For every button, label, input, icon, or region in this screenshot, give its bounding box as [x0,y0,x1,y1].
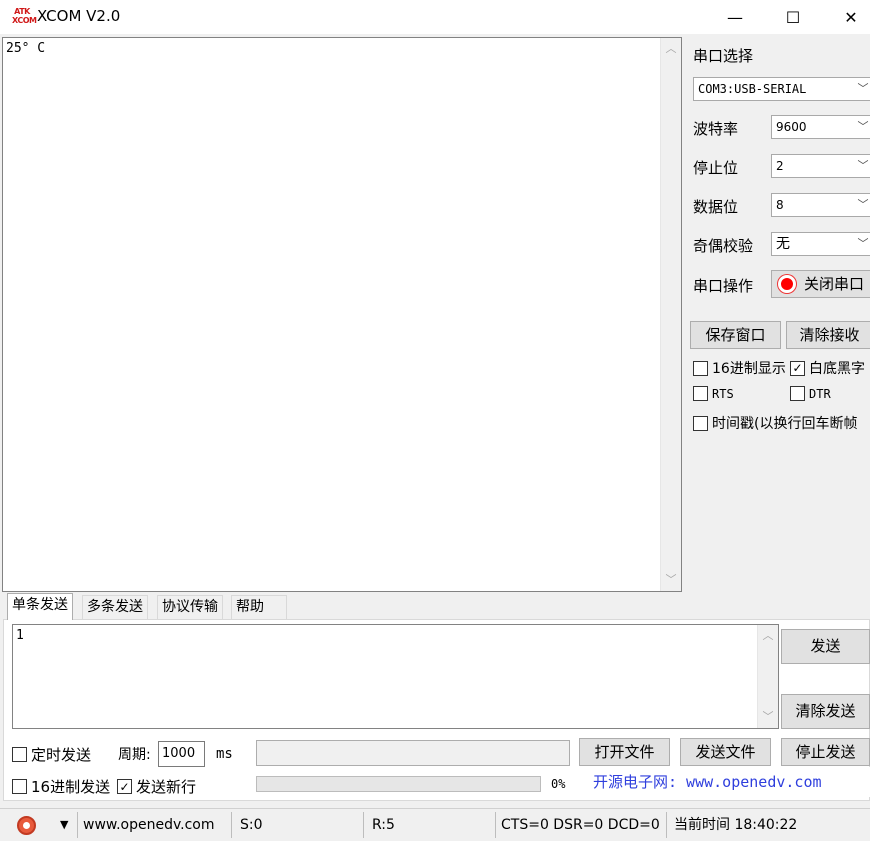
open-file-button[interactable]: 打开文件 [579,738,670,766]
parity-label: 奇偶校验 [693,237,754,255]
checkmark-icon: ✓ [117,779,132,794]
databits-label: 数据位 [693,198,739,216]
status-bar: ▼ www.openedv.com S:0 R:5 CTS=0 DSR=0 DC… [0,808,870,840]
close-port-button[interactable]: 关闭串口 [771,270,870,298]
hex-send-label: 16进制发送 [31,778,111,796]
status-time: 当前时间 18:40:22 [674,817,798,833]
dtr-checkbox[interactable]: DTR [790,386,831,401]
checkbox-box [12,779,27,794]
checkbox-box [693,415,708,431]
minimize-button[interactable]: — [706,0,764,34]
baud-select[interactable]: 9600 ﹀ [771,115,870,139]
scroll-down-icon[interactable]: ﹀ [758,708,778,726]
send-progress-bar [256,776,541,792]
scroll-up-icon[interactable]: ︿ [758,627,778,645]
timed-send-checkbox[interactable]: 定时发送 [12,744,91,765]
period-label: 周期: [118,747,151,763]
send-textarea[interactable]: 1 ︿ ﹀ [12,624,779,729]
tab-protocol[interactable]: 协议传输 [157,595,223,619]
send-file-button[interactable]: 发送文件 [680,738,771,766]
receive-text: 25° C [6,41,46,56]
databits-select[interactable]: 8 ﹀ [771,193,870,217]
scroll-down-icon[interactable]: ﹀ [661,571,681,589]
send-newline-checkbox[interactable]: ✓ 发送新行 [117,776,196,797]
port-select[interactable]: COM3:USB-SERIAL ﹀ [693,77,870,101]
title-bar: ATK XCOM XCOM V2.0 — ☐ ✕ [0,0,870,34]
atk-xcom-logo-icon: ATK XCOM [12,7,37,25]
close-port-label: 关闭串口 [804,275,865,293]
close-button[interactable]: ✕ [822,0,870,34]
timestamp-checkbox[interactable]: 时间戳(以换行回车断帧 [693,413,857,433]
send-scrollbar[interactable]: ︿ ﹀ [757,625,778,728]
chevron-down-icon: ﹀ [857,237,869,250]
white-black-label: 白底黑字 [809,361,865,377]
checkbox-box [693,360,708,376]
period-unit: ms [216,746,233,762]
stop-send-button[interactable]: 停止发送 [781,738,870,766]
databits-value: 8 [776,198,784,212]
timestamp-label: 时间戳(以换行回车断帧 [712,416,858,432]
timed-send-label: 定时发送 [31,746,92,764]
promo-link[interactable]: 开源电子网: www.openedv.com [579,767,870,797]
dropdown-arrow-icon[interactable]: ▼ [60,809,68,841]
hex-display-checkbox[interactable]: 16进制显示 [693,358,786,378]
tab-help[interactable]: 帮助 [231,595,287,619]
status-url[interactable]: www.openedv.com [83,809,215,841]
baud-value: 9600 [776,120,807,134]
parity-select[interactable]: 无 ﹀ [771,232,870,256]
tab-multi-send[interactable]: 多条发送 [82,595,148,619]
red-led-icon [778,274,796,293]
scroll-up-icon[interactable]: ︿ [661,40,681,58]
send-button[interactable]: 发送 [781,629,870,664]
file-path-input[interactable] [256,740,570,766]
window-title: XCOM V2.0 [37,7,121,25]
chevron-down-icon: ﹀ [857,120,869,133]
status-received-count: R:5 [372,817,395,833]
rts-label: RTS [712,386,734,401]
chevron-down-icon: ﹀ [857,82,869,95]
clear-receive-button[interactable]: 清除接收 [786,321,870,349]
save-window-button[interactable]: 保存窗口 [690,321,781,349]
checkbox-box [693,386,708,401]
progress-percent: 0% [551,777,566,791]
send-text: 1 [16,628,24,643]
rts-checkbox[interactable]: RTS [693,386,734,401]
port-op-label: 串口操作 [693,277,754,295]
checkmark-icon: ✓ [790,360,805,376]
receive-scrollbar[interactable]: ︿ ﹀ [660,38,681,591]
clear-send-button[interactable]: 清除发送 [781,694,870,729]
maximize-icon: ☐ [785,7,801,27]
baud-label: 波特率 [693,120,739,138]
parity-value: 无 [776,236,790,252]
minimize-icon: — [727,7,743,27]
hex-display-label: 16进制显示 [712,361,786,377]
period-input[interactable]: 1000 [158,741,205,767]
checkbox-box [790,386,805,401]
send-newline-label: 发送新行 [136,778,197,796]
status-sent-count: S:0 [240,817,263,833]
tab-single-send[interactable]: 单条发送 [7,593,73,620]
close-icon: ✕ [844,7,858,27]
hex-send-checkbox[interactable]: 16进制发送 [12,776,110,797]
status-signals: CTS=0 DSR=0 DCD=0 [501,817,660,833]
stopbits-value: 2 [776,159,784,173]
stopbits-select[interactable]: 2 ﹀ [771,154,870,178]
dtr-label: DTR [809,386,831,401]
maximize-button[interactable]: ☐ [764,0,822,34]
checkbox-box [12,747,27,762]
record-icon[interactable] [17,816,36,835]
port-value: COM3:USB-SERIAL [698,82,807,96]
receive-textarea[interactable]: 25° C ︿ ﹀ [2,37,682,592]
stopbits-label: 停止位 [693,159,739,177]
white-black-checkbox[interactable]: ✓ 白底黑字 [790,358,865,378]
chevron-down-icon: ﹀ [857,198,869,211]
chevron-down-icon: ﹀ [857,159,869,172]
port-label: 串口选择 [693,47,754,65]
